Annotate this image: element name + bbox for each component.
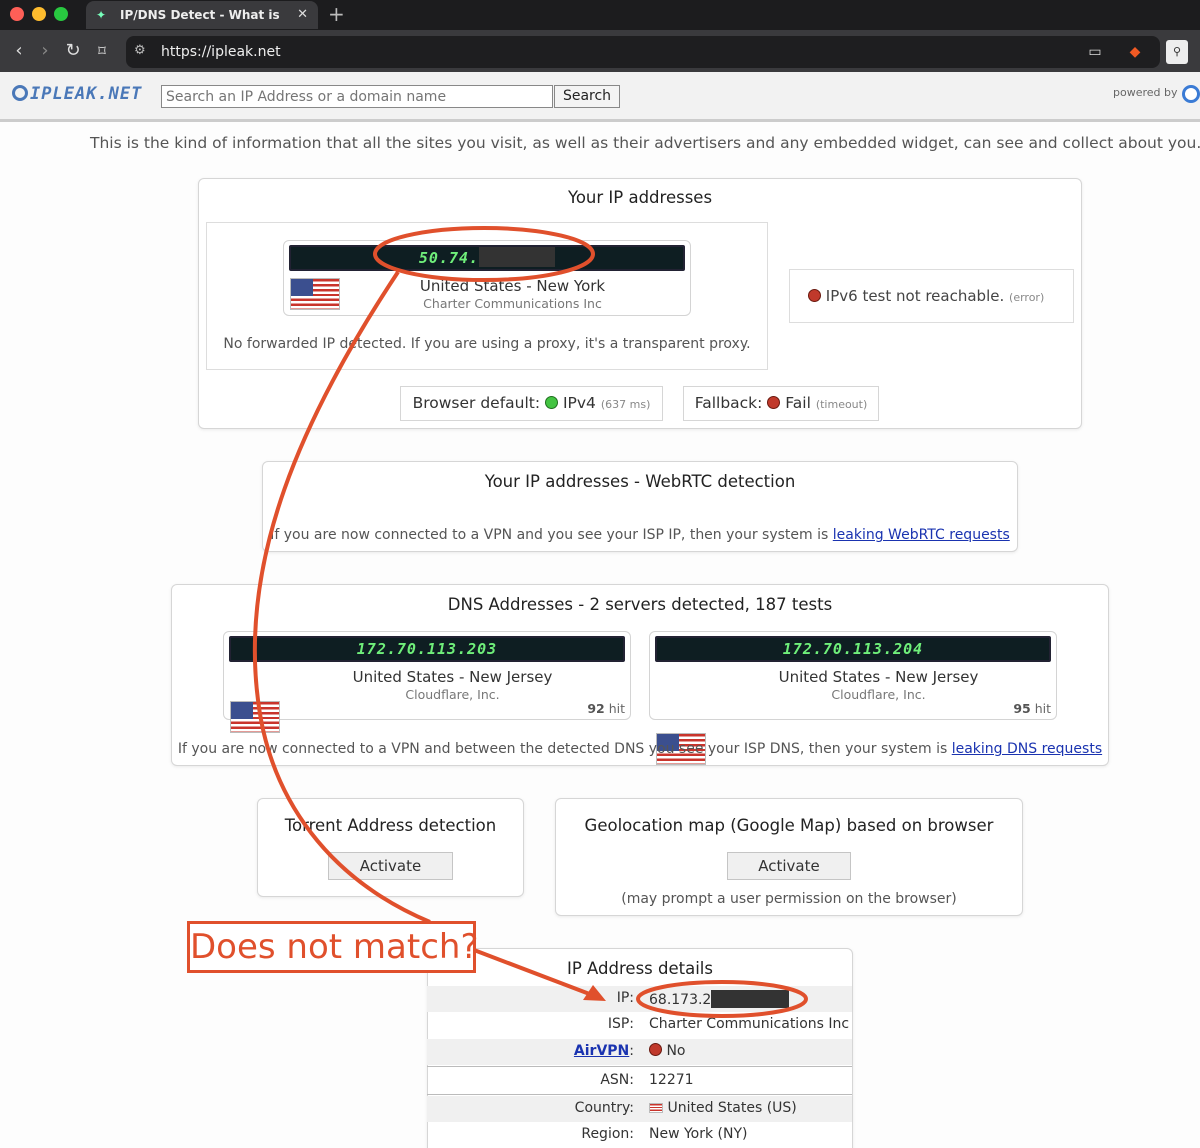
details-row: Country: United States (US) [427,1096,852,1122]
minimize-window-button[interactable] [32,7,46,21]
address-bar[interactable] [126,36,1160,68]
ipv6-status: IPv6 test not reachable. (error) [808,287,1044,305]
dns-hit-count: 92 hit [587,701,625,716]
red-status-icon [649,1043,662,1056]
tab-title: IP/DNS Detect - What is your IP [120,8,280,22]
bookmark-icon[interactable]: ⌑ [89,38,115,64]
logo-text: IPLEAK.NET [30,84,143,104]
browser-tab[interactable]: ✦ IP/DNS Detect - What is your IP ✕ [86,1,318,29]
geolocation-title: Geolocation map (Google Map) based on br… [584,816,994,835]
dns-isp: Cloudflare, Inc. [405,687,500,702]
intro-text: This is the kind of information that all… [90,134,1200,152]
maximize-window-button[interactable] [54,7,68,21]
dns-location: United States - New Jersey [778,668,979,686]
torrent-activate-button[interactable]: Activate [328,852,453,880]
redaction-box [479,247,556,267]
geolocation-activate-button[interactable]: Activate [727,852,851,880]
details-row: AirVPN: No [427,1039,852,1065]
ipv4-isp: Charter Communications Inc [423,296,602,311]
details-row: Region: New York (NY) [581,1126,748,1142]
ipv4-location: United States - New York [419,277,606,295]
details-row: ASN: 12271 [600,1072,694,1088]
divider [427,1094,852,1095]
close-window-button[interactable] [10,7,24,21]
search-button[interactable]: Search [554,85,620,108]
us-flag-icon [290,278,340,310]
browser-default-pill: Browser default: IPv4 (637 ms) [400,386,663,421]
ip-details-title: IP Address details [567,959,713,978]
cast-icon[interactable]: ▭ [1084,40,1106,64]
callout-label: Does not match? [187,921,479,973]
tab-close-icon[interactable]: ✕ [297,1,308,29]
webrtc-leak-link[interactable]: leaking WebRTC requests [833,527,1010,543]
dns-title: DNS Addresses - 2 servers detected, 187 … [447,595,833,614]
us-flag-icon [649,1103,663,1113]
powered-by-label: powered by [1113,86,1178,99]
webrtc-note: If you are now connected to a VPN and yo… [270,527,1010,543]
search-input[interactable] [161,85,553,108]
us-flag-icon [230,701,280,733]
red-status-icon [767,396,781,409]
reload-icon[interactable]: ↻ [60,38,86,64]
green-status-icon [545,396,559,409]
ip-card-title: Your IP addresses [567,188,713,207]
dns-note: If you are now connected to a VPN and be… [177,741,1103,757]
geolocation-note: (may prompt a user permission on the bro… [621,891,957,907]
torrent-card [257,798,524,897]
ipv4-display: 50.74. [289,245,685,271]
dns-ip-display[interactable]: 172.70.113.204 [655,636,1051,662]
fallback-pill: Fallback: Fail (timeout) [683,386,879,421]
dns-hit-count: 95 hit [1013,701,1051,716]
back-icon[interactable]: ‹ [6,38,32,64]
webrtc-title: Your IP addresses - WebRTC detection [484,472,796,491]
extension-icon[interactable]: ⚲ [1166,40,1188,64]
details-row: ISP: Charter Communications Inc [607,1016,850,1032]
red-status-icon [808,289,821,302]
dns-location: United States - New Jersey [352,668,553,686]
airvpn-logo-icon[interactable] [1182,85,1200,103]
details-row: IP: 68.173.2 [427,986,852,1012]
site-favicon-icon: ✦ [96,8,107,22]
torrent-title: Torrent Address detection [284,816,497,835]
magnifier-icon [12,85,28,101]
dns-isp: Cloudflare, Inc. [831,687,926,702]
airvpn-link[interactable]: AirVPN [574,1043,629,1059]
site-logo[interactable]: IPLEAK.NET [12,84,142,104]
ipv4-value[interactable]: 50.74. [419,249,479,267]
url-text[interactable]: https://ipleak.net [161,44,281,60]
divider [427,1066,852,1067]
brave-shield-icon[interactable]: ◆ [1124,40,1146,64]
forward-icon[interactable]: › [32,38,58,64]
site-settings-icon[interactable]: ⚙ [134,43,146,58]
new-tab-button[interactable]: + [328,2,345,26]
dns-leak-link[interactable]: leaking DNS requests [952,741,1102,757]
dns-ip-display[interactable]: 172.70.113.203 [229,636,625,662]
redaction-box [711,990,790,1008]
forward-note: No forwarded IP detected. If you are usi… [223,336,751,352]
